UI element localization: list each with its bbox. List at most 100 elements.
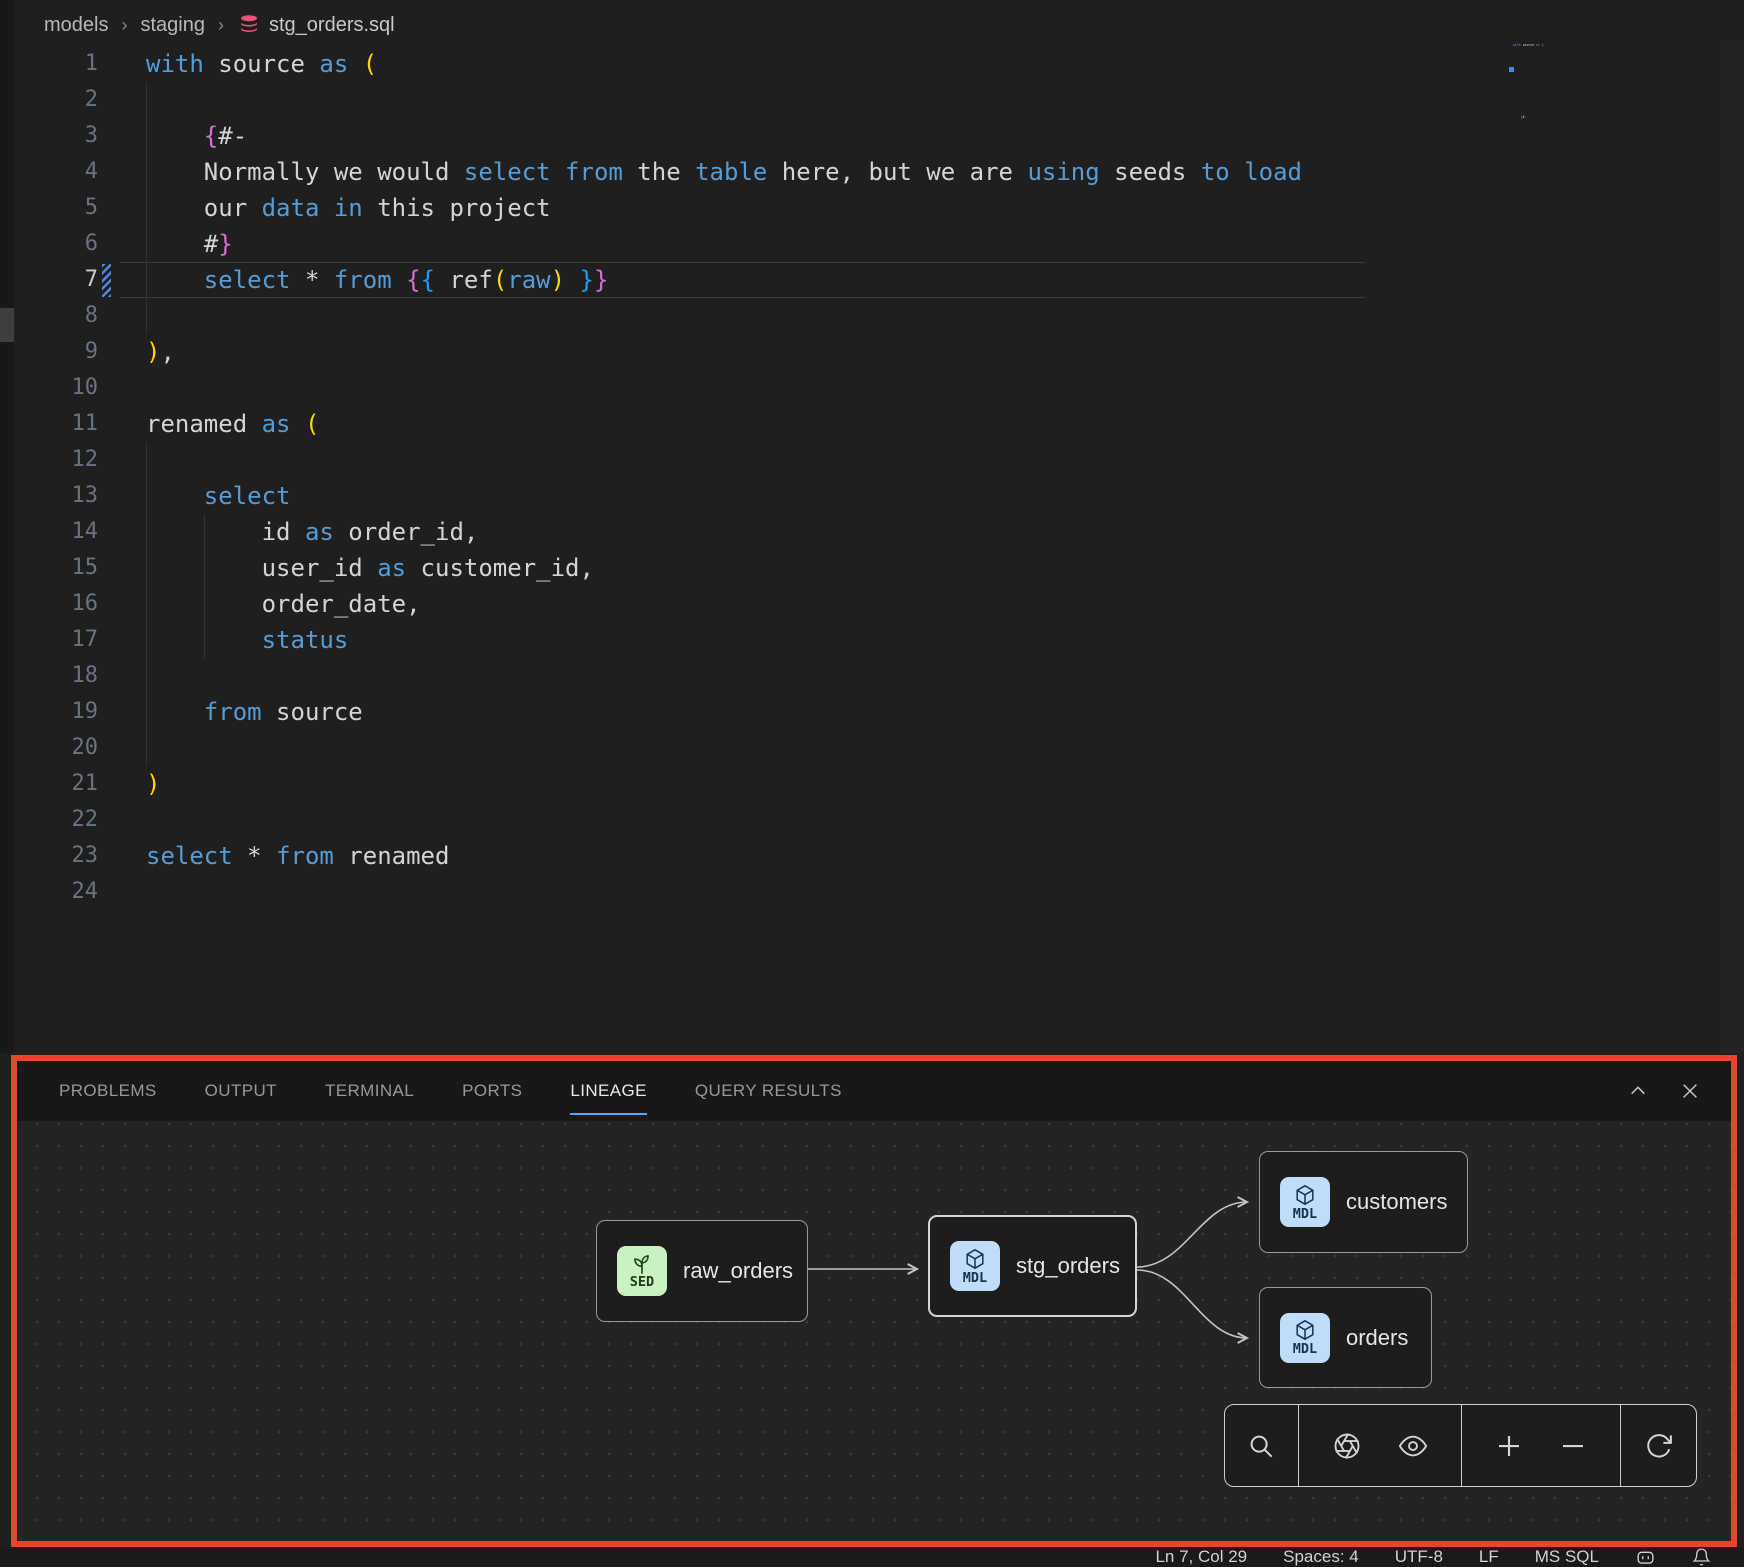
tab-output[interactable]: OUTPUT: [205, 1061, 277, 1121]
tab-problems[interactable]: PROBLEMS: [59, 1061, 157, 1121]
code-token: (: [363, 50, 377, 78]
line-number: 9: [0, 334, 98, 370]
code-token: raw: [507, 266, 550, 294]
code-token: select: [204, 266, 291, 294]
breadcrumb-models[interactable]: models: [44, 14, 108, 37]
tab-lineage[interactable]: LINEAGE: [570, 1061, 647, 1121]
breadcrumb-file[interactable]: stg_orders.sql: [237, 13, 395, 37]
code-token: [348, 50, 362, 78]
status-spaces[interactable]: Spaces: 4: [1283, 1547, 1359, 1567]
line-number: 1: [0, 46, 98, 82]
code-line: Normally we would select from the table …: [146, 154, 1576, 190]
scrollbar[interactable]: [1720, 40, 1744, 1053]
lineage-node-raw_orders[interactable]: SED raw_orders: [596, 1220, 808, 1322]
zoom-in-icon[interactable]: [1492, 1429, 1526, 1463]
line-number: 24: [0, 874, 98, 910]
line-number: 4: [0, 154, 98, 190]
code-token: user_id: [146, 554, 377, 582]
line-number: 19: [0, 694, 98, 730]
code-line: #}: [146, 226, 1576, 262]
code-token: [565, 266, 579, 294]
node-label: customers: [1346, 1189, 1447, 1215]
code-token: ref: [435, 266, 493, 294]
code-token: #-: [218, 122, 247, 150]
code-token: with: [1513, 43, 1521, 47]
code-token: select: [146, 842, 233, 870]
tab-ports[interactable]: PORTS: [462, 1061, 522, 1121]
lineage-node-customers[interactable]: MDL customers: [1259, 1151, 1468, 1253]
line-number: 8: [0, 298, 98, 334]
code-token: id: [146, 518, 305, 546]
code-token: this project: [363, 194, 551, 222]
node-label: raw_orders: [683, 1258, 793, 1284]
minimap[interactable]: with source as ( {#- Normally we would s…: [1513, 43, 1685, 143]
badge-label: MDL: [963, 1270, 987, 1286]
model-badge: MDL: [950, 1241, 1000, 1291]
code-token: select: [464, 158, 551, 186]
model-icon: [1292, 1318, 1318, 1342]
code-line: ),: [146, 334, 1576, 370]
badge-label: MDL: [1293, 1206, 1317, 1222]
code-line: [146, 802, 1576, 838]
line-number: 18: [0, 658, 98, 694]
eye-icon[interactable]: [1396, 1429, 1430, 1463]
line-number-gutter[interactable]: 123456789101112131415161718192021222324: [0, 46, 98, 910]
code-line: select * from renamed: [146, 838, 1576, 874]
code-token: Normally we would: [146, 158, 464, 186]
panel-controls: [1625, 1061, 1703, 1121]
code-line: id as order_id,: [146, 514, 1576, 550]
zoom-out-icon[interactable]: [1556, 1429, 1590, 1463]
code-editor[interactable]: with source as ( { #- Normally we would s…: [146, 46, 1576, 910]
code-token: *: [233, 842, 276, 870]
code-token: order_date,: [146, 590, 421, 618]
model-badge: MDL: [1280, 1313, 1330, 1363]
code-line: status: [146, 622, 1576, 658]
code-token: source: [262, 698, 363, 726]
copilot-icon[interactable]: [1635, 1548, 1656, 1567]
code-token: from: [204, 698, 262, 726]
status-utf-8[interactable]: UTF-8: [1395, 1547, 1443, 1567]
line-number: 21: [0, 766, 98, 802]
code-token: to: [1201, 158, 1230, 186]
code-token: table: [695, 158, 767, 186]
line-number: 6: [0, 226, 98, 262]
lineage-node-orders[interactable]: MDLorders: [1259, 1287, 1432, 1388]
code-token: in: [334, 194, 363, 222]
lineage-canvas[interactable]: SEDraw_ordersMDLstg_ordersMDLcustomersMD…: [17, 1121, 1731, 1541]
code-token: with: [146, 50, 204, 78]
code-token: as: [319, 50, 348, 78]
status-lf[interactable]: LF: [1479, 1547, 1499, 1567]
line-number: 11: [0, 406, 98, 442]
code-token: customer_id,: [406, 554, 594, 582]
code-line: with source as (: [146, 46, 1576, 82]
code-token: select: [204, 482, 291, 510]
status-ln[interactable]: Ln 7, Col 29: [1155, 1547, 1247, 1567]
code-token: #-: [1523, 115, 1527, 119]
line-number: 12: [0, 442, 98, 478]
chevron-up-icon[interactable]: [1625, 1078, 1651, 1104]
tab-terminal[interactable]: TERMINAL: [325, 1061, 414, 1121]
code-line: select: [146, 478, 1576, 514]
code-line: [146, 730, 1576, 766]
code-line: [146, 82, 1576, 118]
code-line: [146, 298, 1576, 334]
close-panel-icon[interactable]: [1677, 1078, 1703, 1104]
search-icon[interactable]: [1244, 1429, 1278, 1463]
lineage-node-stg_orders[interactable]: MDLstg_orders: [928, 1215, 1137, 1317]
code-token: {: [421, 266, 435, 294]
tab-query-results[interactable]: QUERY RESULTS: [695, 1061, 842, 1121]
code-token: *: [291, 266, 334, 294]
code-token: [146, 698, 204, 726]
code-token: from: [565, 158, 623, 186]
breadcrumb-filename: stg_orders.sql: [269, 14, 395, 37]
notifications-bell-icon[interactable]: [1692, 1547, 1711, 1567]
code-token: [1513, 115, 1521, 119]
bottom-panel-annotation-box: PROBLEMS OUTPUT TERMINAL PORTS LINEAGE QUERY …: [11, 1055, 1737, 1547]
refresh-icon[interactable]: [1642, 1429, 1676, 1463]
code-token: [392, 266, 406, 294]
badge-label: SED: [630, 1274, 654, 1290]
status-ms[interactable]: MS SQL: [1535, 1547, 1599, 1567]
aperture-icon[interactable]: [1330, 1429, 1364, 1463]
seed-icon: [629, 1253, 655, 1275]
breadcrumb-staging[interactable]: staging: [140, 14, 205, 37]
